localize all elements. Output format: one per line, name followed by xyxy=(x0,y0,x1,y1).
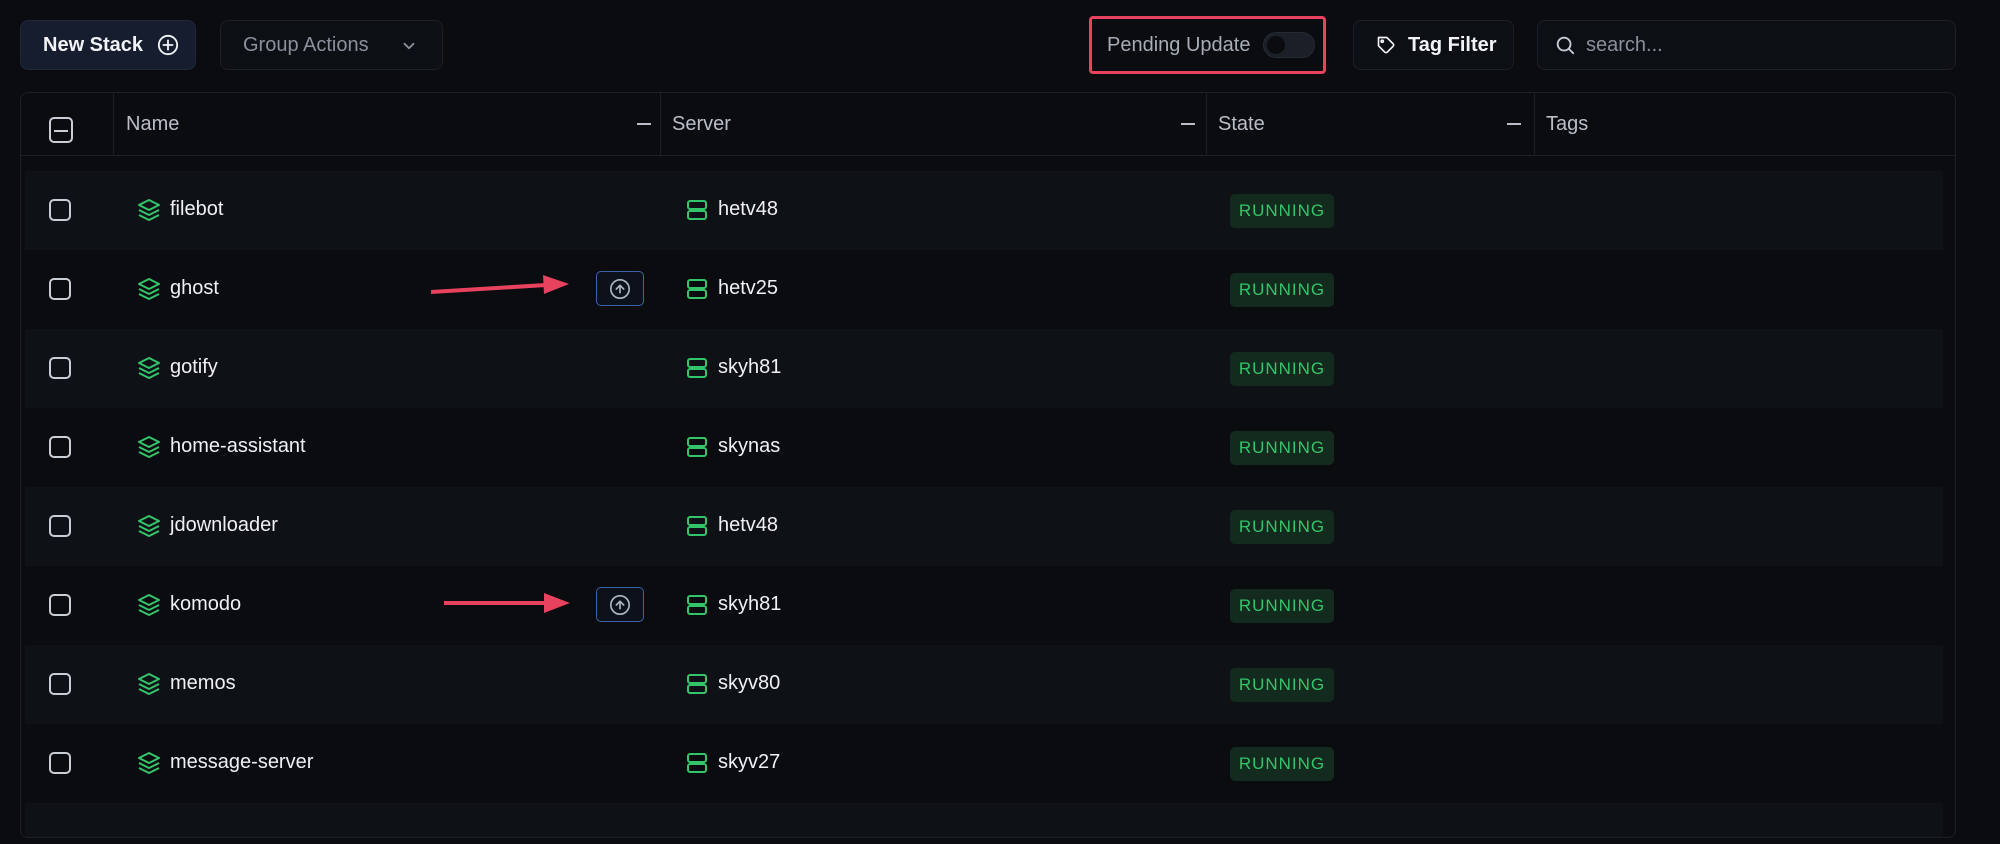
tag-filter-label: Tag Filter xyxy=(1408,33,1497,56)
state-badge: RUNNING xyxy=(1230,510,1334,544)
row-checkbox[interactable] xyxy=(49,278,71,300)
server-icon xyxy=(687,516,707,536)
stack-layers-icon xyxy=(138,357,160,379)
tag-filter-button[interactable]: Tag Filter xyxy=(1353,20,1514,70)
stacks-table: Name Server State Tags filebot hetv48 RU… xyxy=(20,92,1956,838)
column-menu-icon[interactable] xyxy=(637,123,651,125)
arrow-up-circle-icon xyxy=(610,594,630,615)
state-badge: RUNNING xyxy=(1230,589,1334,623)
server-name[interactable]: skynas xyxy=(718,435,780,458)
stack-layers-icon xyxy=(138,199,160,221)
stack-name[interactable]: memos xyxy=(170,672,236,695)
stack-layers-icon xyxy=(138,436,160,458)
column-divider xyxy=(660,93,661,155)
column-name-label: Name xyxy=(126,112,180,135)
search-icon xyxy=(1556,36,1575,55)
pending-update-label: Pending Update xyxy=(1107,34,1251,56)
server-icon xyxy=(687,674,707,694)
annotation-arrow-icon xyxy=(431,275,569,294)
stack-name[interactable]: ghost xyxy=(170,277,219,300)
server-icon xyxy=(687,200,707,220)
row-checkbox[interactable] xyxy=(49,199,71,221)
toolbar: New Stack Group Actions Pending Update T… xyxy=(0,0,2000,90)
state-badge: RUNNING xyxy=(1230,668,1334,702)
table-row[interactable]: filebot hetv48 RUNNING xyxy=(25,171,1943,250)
server-name[interactable]: skyh81 xyxy=(718,356,781,379)
column-divider xyxy=(1534,93,1535,155)
table-header: Name Server State Tags xyxy=(21,93,1955,156)
table-row[interactable]: ghost hetv25 RUNNING xyxy=(25,250,1943,329)
pending-update-toggle[interactable] xyxy=(1263,32,1315,58)
state-badge: RUNNING xyxy=(1230,194,1334,228)
stack-layers-icon xyxy=(138,594,160,616)
column-tags-label: Tags xyxy=(1546,112,1589,135)
server-icon xyxy=(687,358,707,378)
new-stack-button[interactable]: New Stack xyxy=(20,20,196,70)
server-name[interactable]: hetv48 xyxy=(718,514,778,537)
column-divider xyxy=(1206,93,1207,155)
stack-name[interactable]: gotify xyxy=(170,356,218,379)
column-header-state[interactable]: State xyxy=(1218,93,1538,155)
search-input[interactable] xyxy=(1586,33,1946,57)
server-name[interactable]: skyv80 xyxy=(718,672,780,695)
tag-icon xyxy=(1377,36,1395,54)
table-row[interactable]: jdownloader hetv48 RUNNING xyxy=(25,487,1943,566)
stack-name[interactable]: message-server xyxy=(170,751,313,774)
chevron-down-icon xyxy=(403,42,415,50)
group-actions-dropdown[interactable]: Group Actions xyxy=(220,20,443,70)
column-divider xyxy=(113,93,114,155)
plus-circle-icon xyxy=(157,34,179,56)
update-available-button[interactable] xyxy=(596,587,644,622)
state-badge-partial xyxy=(1230,837,1334,838)
stack-layers-icon xyxy=(138,673,160,695)
column-server-label: Server xyxy=(672,112,731,135)
group-actions-label: Group Actions xyxy=(243,33,369,56)
server-name[interactable]: skyh81 xyxy=(718,593,781,616)
row-checkbox[interactable] xyxy=(49,436,71,458)
select-all-checkbox[interactable] xyxy=(49,117,73,143)
server-icon xyxy=(687,279,707,299)
server-name[interactable]: skyv27 xyxy=(718,751,780,774)
row-checkbox[interactable] xyxy=(49,752,71,774)
table-row[interactable]: message-server skyv27 RUNNING xyxy=(25,724,1943,803)
stack-layers-icon xyxy=(138,278,160,300)
stack-layers-icon xyxy=(138,752,160,774)
row-checkbox[interactable] xyxy=(49,357,71,379)
toggle-knob xyxy=(1267,36,1285,54)
table-row[interactable]: memos skyv80 RUNNING xyxy=(25,645,1943,724)
stack-name[interactable]: home-assistant xyxy=(170,435,306,458)
stack-layers-icon xyxy=(138,515,160,537)
table-row[interactable]: home-assistant skynas RUNNING xyxy=(25,408,1943,487)
table-row[interactable]: komodo skyh81 RUNNING xyxy=(25,566,1943,645)
table-row-partial xyxy=(25,803,1943,838)
column-state-label: State xyxy=(1218,112,1265,135)
server-name[interactable]: hetv25 xyxy=(718,277,778,300)
table-row[interactable]: gotify skyh81 RUNNING xyxy=(25,329,1943,408)
arrow-up-circle-icon xyxy=(610,278,630,299)
stack-name[interactable]: filebot xyxy=(170,198,223,221)
server-icon xyxy=(687,437,707,457)
row-checkbox[interactable] xyxy=(49,515,71,537)
row-checkbox[interactable] xyxy=(49,594,71,616)
state-badge: RUNNING xyxy=(1230,352,1334,386)
stack-name[interactable]: jdownloader xyxy=(170,514,278,537)
column-header-tags[interactable]: Tags xyxy=(1546,93,1926,155)
state-badge: RUNNING xyxy=(1230,431,1334,465)
state-badge: RUNNING xyxy=(1230,273,1334,307)
column-menu-icon[interactable] xyxy=(1507,123,1521,125)
search-box xyxy=(1537,20,1956,70)
new-stack-label: New Stack xyxy=(43,33,144,56)
annotation-arrow-icon xyxy=(444,593,570,613)
server-icon xyxy=(687,595,707,615)
column-header-name[interactable]: Name xyxy=(126,93,669,155)
column-header-server[interactable]: Server xyxy=(672,93,1215,155)
stack-name[interactable]: komodo xyxy=(170,593,241,616)
update-available-button[interactable] xyxy=(596,271,644,306)
stacks-page: New Stack Group Actions Pending Update T… xyxy=(0,0,2000,844)
server-icon xyxy=(687,753,707,773)
server-name[interactable]: hetv48 xyxy=(718,198,778,221)
row-checkbox[interactable] xyxy=(49,673,71,695)
column-menu-icon[interactable] xyxy=(1181,123,1195,125)
state-badge: RUNNING xyxy=(1230,747,1334,781)
